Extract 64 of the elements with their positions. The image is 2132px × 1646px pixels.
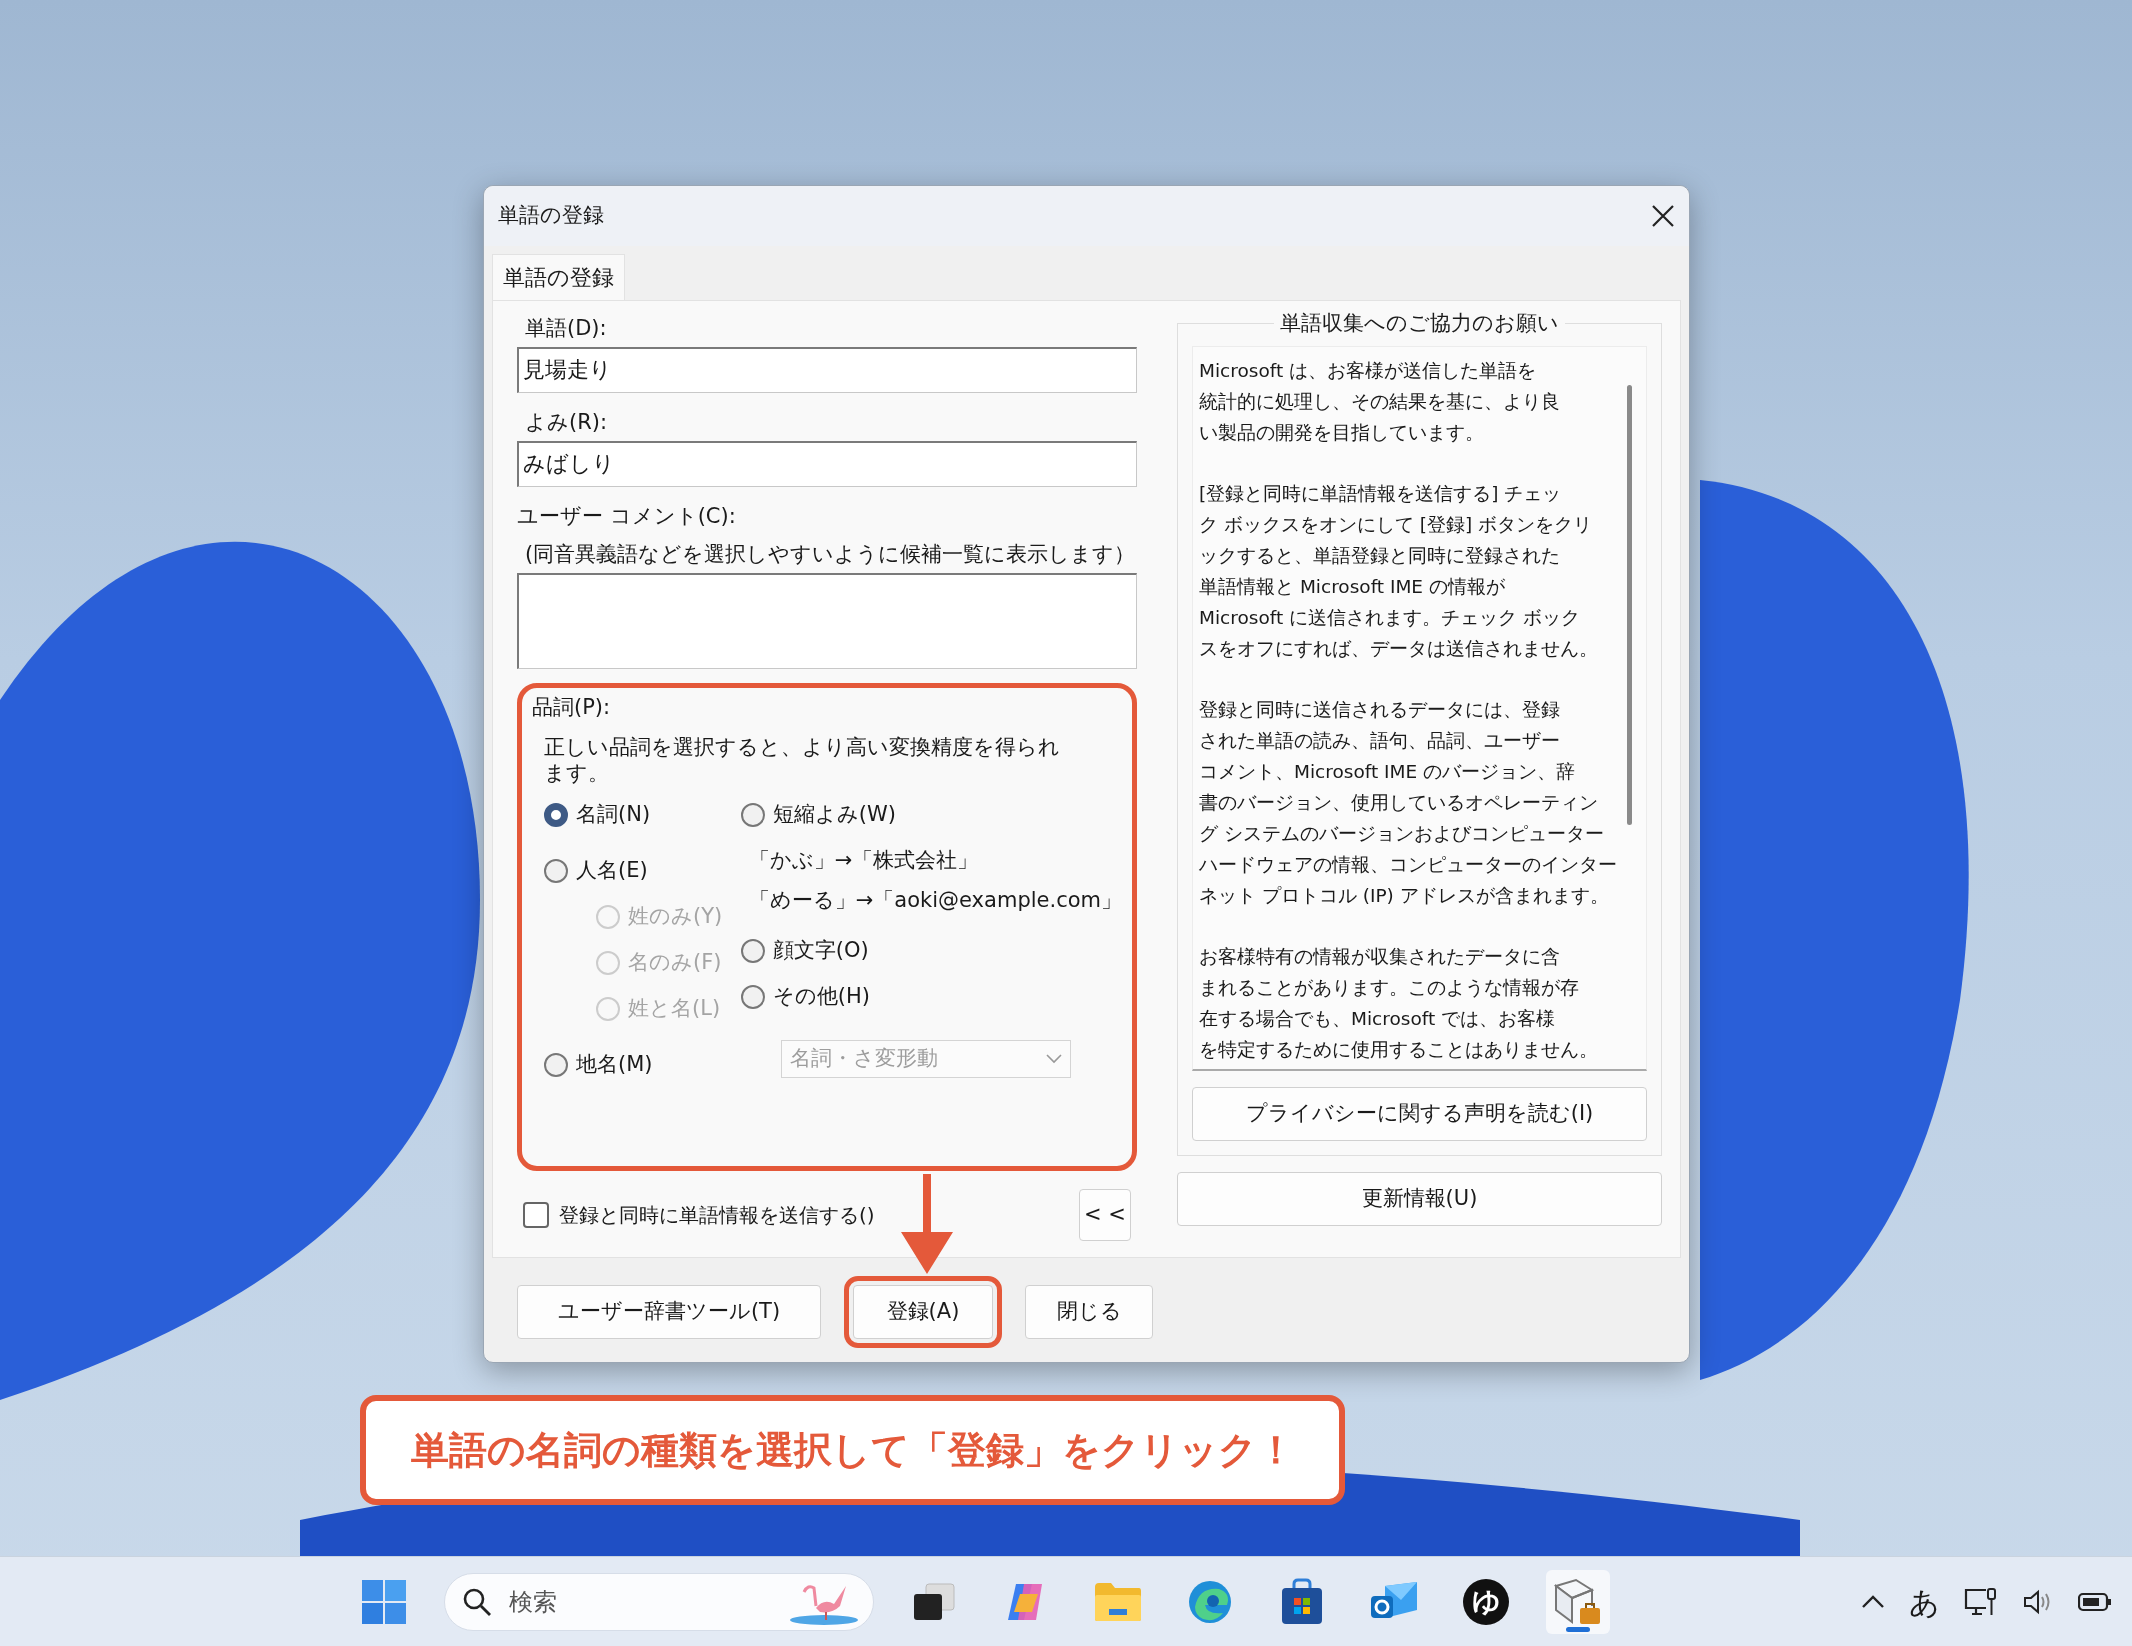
info-text-line: 書のバージョン、使用しているオペレーティン	[1199, 791, 1598, 815]
info-text-line: い製品の開発を目指しています。	[1199, 421, 1484, 445]
field-label: よみ(R):	[524, 409, 609, 436]
folder-icon	[1093, 1580, 1143, 1623]
group-title: 単語収集へのご協力のお願い	[1274, 311, 1565, 335]
caret-icon	[1045, 1053, 1062, 1064]
info-text-line: グ システムのバージョンおよびコンピューター	[1199, 822, 1604, 846]
tab[interactable]: 単語の登録	[492, 254, 625, 300]
checkbox[interactable]	[523, 1202, 549, 1228]
close-icon[interactable]	[1651, 204, 1675, 228]
info-text-line: ネット プロトコル (IP) アドレスが含まれます。	[1199, 884, 1609, 908]
info-text-line: [登録と同時に単語情報を送信する] チェッ	[1199, 482, 1562, 506]
chevron-up-icon[interactable]	[1861, 1595, 1885, 1609]
callout-text: 単語の名詞の種類を選択して「登録」をクリック！	[410, 1426, 1295, 1474]
radio-option[interactable]: 短縮よみ(W)	[740, 791, 1122, 838]
info-text-line: コメント、Microsoft IME のバージョン、辞	[1199, 760, 1576, 784]
collapse-button[interactable]: < <	[1079, 1189, 1131, 1241]
info-text-line: Microsoft は、お客様が送信した単語を	[1199, 359, 1537, 383]
info-text-line: 登録と同時に送信されるデータには、登録	[1199, 698, 1560, 722]
window-title: 単語の登録	[498, 202, 604, 230]
taskbar-app[interactable]: ゆ	[1454, 1569, 1518, 1634]
info-text-line: スをオフにすれば、データは送信されません。	[1199, 637, 1598, 661]
example-text: 「かぶ」→「株式会社」	[747, 846, 980, 874]
radio-option[interactable]: 顔文字(O)	[740, 927, 1122, 974]
comment-field[interactable]	[517, 573, 1137, 669]
radio-option[interactable]: 地名(M)	[544, 1041, 725, 1088]
info-text-line: を特定するために使用することはありません。	[1199, 1038, 1598, 1062]
comment-hint: (同音異義語などを選択しやすいように候補一覧に表示します）	[524, 541, 1137, 568]
description-text: 正しい品詞を選択すると、より高い変換精度を得られます。	[543, 733, 1061, 786]
shopping-bag-icon	[1280, 1577, 1324, 1626]
field-label: 単語(D):	[524, 315, 608, 342]
search-icon	[462, 1586, 492, 1617]
info-text-line: ックすると、単語登録と同時に登録された	[1199, 544, 1560, 568]
group-label: 品詞(P):	[532, 694, 612, 721]
monitor-icon[interactable]	[1964, 1587, 1998, 1617]
info-text-line: 在する場合でも、Microsoft では、お客様	[1199, 1007, 1556, 1031]
example-text: 「めーる」→「aoki@example.com」	[747, 886, 1122, 914]
dialog-button[interactable]: 閉じる	[1025, 1285, 1153, 1339]
radio-option[interactable]: 名詞(N)	[544, 791, 725, 838]
battery-icon[interactable]	[2078, 1592, 2112, 1612]
scrollbar-thumb[interactable]	[1627, 385, 1632, 825]
info-text-line: Microsoft に送信されます。チェック ボック	[1199, 606, 1580, 630]
update-button[interactable]: 更新情報(U)	[1177, 1172, 1662, 1226]
checkbox-label: 登録と同時に単語情報を送信する()	[559, 1202, 875, 1229]
radio-option[interactable]: その他(H)	[740, 973, 1122, 1020]
info-text-line: ハードウェアの情報、コンピューターのインター	[1199, 853, 1617, 877]
info-text-line: まれることがあります。このような情報が存	[1199, 976, 1579, 1000]
field-label: ユーザー コメント(C):	[517, 503, 737, 530]
privacy-button[interactable]: プライバシーに関する声明を読む(I)	[1192, 1087, 1647, 1141]
info-text-line: 単語情報と Microsoft IME の情報が	[1199, 575, 1505, 599]
info-text-line: 統計的に処理し、その結果を基に、より良	[1199, 390, 1560, 414]
radio-option[interactable]: 人名(E)	[544, 847, 725, 894]
dialog-button[interactable]: 登録(A)	[853, 1285, 993, 1339]
ime-app-icon: ゆ	[1463, 1578, 1509, 1625]
info-text-line: お客様特有の情報が収集されたデータに含	[1199, 945, 1560, 969]
input-mode-indicator[interactable]: あ	[1909, 1579, 1940, 1625]
info-text-line: ク ボックスをオンにして [登録] ボタンをクリ	[1199, 513, 1593, 537]
reading-field[interactable]: みばしり	[517, 441, 1137, 487]
word-field[interactable]: 見場走り	[517, 347, 1137, 393]
window-stack-icon	[912, 1581, 956, 1622]
info-text-line: された単語の読み、語句、品詞、ユーザー	[1199, 729, 1560, 753]
dialog-button[interactable]: ユーザー辞書ツール(T)	[517, 1285, 821, 1339]
wave-circle-icon	[1187, 1578, 1233, 1625]
search-field[interactable]: 検索	[444, 1572, 874, 1631]
